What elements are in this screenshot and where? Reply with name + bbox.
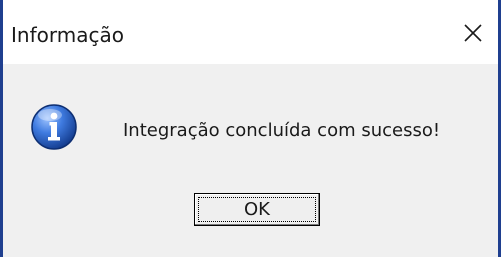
title-bar[interactable]: Informação [3,0,498,64]
dialog-message: Integração concluída com sucesso! [123,120,441,141]
close-icon [464,24,482,42]
close-button[interactable] [454,16,492,50]
information-icon [30,103,78,151]
ok-button-label: OK [244,199,270,220]
dialog-title: Informação [11,23,124,47]
message-dialog: Informação Integração concluída com suce… [0,0,501,257]
dialog-body: Integração concluída com sucesso! OK [3,64,498,257]
ok-button[interactable]: OK [194,193,320,226]
